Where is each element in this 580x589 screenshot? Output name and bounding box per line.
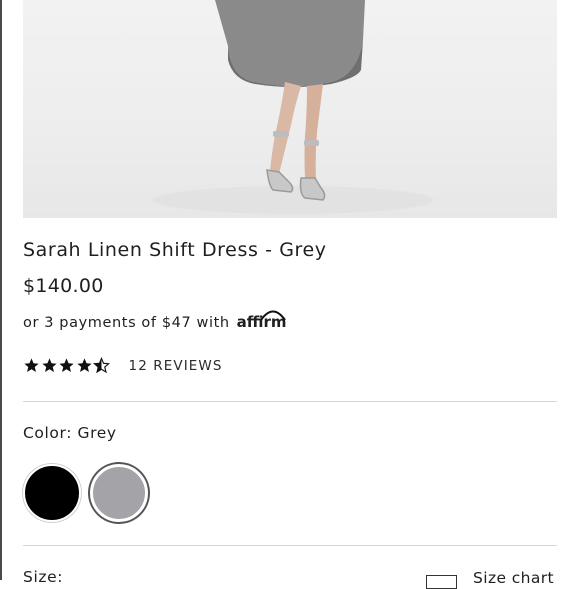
installment-text: or 3 payments of $47 with: [23, 315, 230, 331]
affirm-logo: affirm: [237, 310, 287, 331]
affirm-arc-icon: [259, 310, 286, 321]
star-half-icon: [93, 357, 110, 374]
star-full-icon: [59, 358, 74, 373]
size-chart-label: Size chart: [473, 568, 555, 587]
installment-offer[interactable]: or 3 payments of $47 with affirm: [23, 310, 287, 331]
rating-summary[interactable]: 12 REVIEWS: [23, 357, 223, 374]
reviews-link[interactable]: 12 REVIEWS: [129, 358, 223, 374]
star-full-icon: [76, 358, 92, 373]
star-rating: [23, 357, 111, 374]
size-label: Size:: [23, 568, 64, 586]
star-full-icon: [24, 358, 39, 373]
section-divider: [23, 545, 557, 546]
star-full-icon: [41, 358, 57, 373]
page-edge-rule: [0, 0, 2, 580]
size-chart-button[interactable]: Size chart: [426, 566, 554, 589]
ruler-icon: [426, 575, 457, 589]
section-divider: [23, 401, 557, 402]
color-label: Color: Grey: [23, 424, 117, 442]
color-swatch-black[interactable]: [23, 464, 81, 522]
product-title: Sarah Linen Shift Dress - Grey: [23, 239, 327, 261]
product-photo-illustration: [153, 0, 433, 214]
color-swatch-grey[interactable]: [90, 464, 148, 522]
product-image[interactable]: [23, 0, 557, 218]
product-price: $140.00: [23, 275, 104, 297]
